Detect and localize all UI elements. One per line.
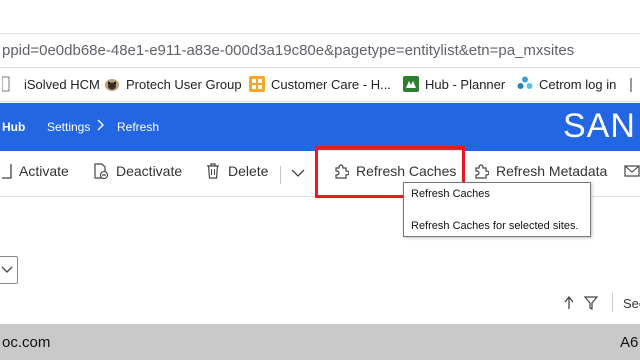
nav-current-page[interactable]: Refresh bbox=[117, 120, 159, 134]
tooltip: Refresh Caches Refresh Caches for select… bbox=[403, 182, 591, 237]
table-row[interactable]: oc.com A6 bbox=[0, 324, 640, 360]
brand-title: SAN bbox=[563, 107, 636, 145]
tooltip-title: Refresh Caches bbox=[411, 188, 490, 200]
row-cell-code: A6 bbox=[620, 334, 639, 351]
sort-ascending-icon[interactable] bbox=[563, 295, 575, 315]
nav-settings-link[interactable]: Settings bbox=[47, 120, 90, 134]
nav-hub-link[interactable]: Hub bbox=[2, 120, 25, 134]
address-bar[interactable]: ppid=0e0db68e-48e1-e911-a83e-000d3a19c80… bbox=[0, 34, 640, 68]
activate-icon bbox=[2, 163, 12, 179]
url-text[interactable]: ppid=0e0db68e-48e1-e911-a83e-000d3a19c80… bbox=[2, 42, 574, 59]
puzzle-icon bbox=[473, 163, 490, 179]
deactivate-icon bbox=[93, 163, 109, 180]
screen: ppid=0e0db68e-48e1-e911-a83e-000d3a19c80… bbox=[0, 0, 640, 360]
row-cell-email: oc.com bbox=[2, 334, 51, 351]
bookmark-label: iSolved HCM bbox=[24, 76, 100, 92]
bookmark-label: Protech User Group bbox=[126, 76, 242, 92]
cetrom-icon bbox=[517, 76, 533, 92]
bookmark-cetrom[interactable]: Cetrom log in bbox=[517, 76, 616, 92]
bookmark-customer-care[interactable]: Customer Care - H... bbox=[249, 76, 391, 92]
bookmark-isolved[interactable]: iSolved HCM bbox=[1, 76, 100, 92]
bookmark-label: Hub - Planner bbox=[425, 76, 506, 92]
column-header[interactable]: Sec bbox=[623, 296, 640, 311]
filter-icon[interactable] bbox=[583, 296, 599, 315]
trash-icon bbox=[205, 163, 221, 179]
planner-icon bbox=[403, 76, 419, 92]
bookmark-protech[interactable]: Protech User Group bbox=[104, 76, 242, 92]
view-selector-dropdown[interactable] bbox=[0, 256, 18, 284]
column-separator bbox=[612, 292, 613, 312]
deactivate-button[interactable]: Deactivate bbox=[93, 163, 183, 180]
email-link-button[interactable] bbox=[624, 163, 640, 179]
mail-icon bbox=[624, 163, 640, 179]
activate-button[interactable]: Activate bbox=[2, 163, 69, 179]
browser-tab-strip bbox=[0, 0, 640, 34]
activate-label: Activate bbox=[19, 163, 69, 179]
customer-care-icon bbox=[249, 76, 265, 92]
chevron-down-icon bbox=[291, 165, 305, 181]
deactivate-label: Deactivate bbox=[116, 163, 183, 179]
pug-dog-icon bbox=[104, 76, 120, 92]
chevron-down-icon bbox=[1, 266, 13, 273]
delete-label: Delete bbox=[228, 163, 269, 179]
refresh-metadata-button[interactable]: Refresh Metadata bbox=[473, 163, 607, 179]
command-separator bbox=[280, 166, 281, 184]
bookmark-label: Cetrom log in bbox=[539, 76, 617, 92]
delete-button[interactable]: Delete bbox=[205, 163, 268, 179]
chevron-right-icon bbox=[97, 118, 105, 135]
tooltip-description: Refresh Caches for selected sites. bbox=[411, 220, 579, 232]
bookmarks-bar: iSolved HCM Protech User Group Customer … bbox=[0, 68, 640, 102]
bookmark-hub-planner[interactable]: Hub - Planner bbox=[403, 76, 505, 92]
bookmarks-overflow-divider bbox=[630, 78, 632, 92]
bookmark-label: Customer Care - H... bbox=[271, 76, 391, 92]
document-icon bbox=[1, 76, 18, 92]
more-commands-button[interactable] bbox=[291, 165, 305, 181]
top-navigation-bar: Hub Settings Refresh SAN bbox=[0, 103, 640, 151]
refresh-metadata-label: Refresh Metadata bbox=[496, 163, 608, 179]
